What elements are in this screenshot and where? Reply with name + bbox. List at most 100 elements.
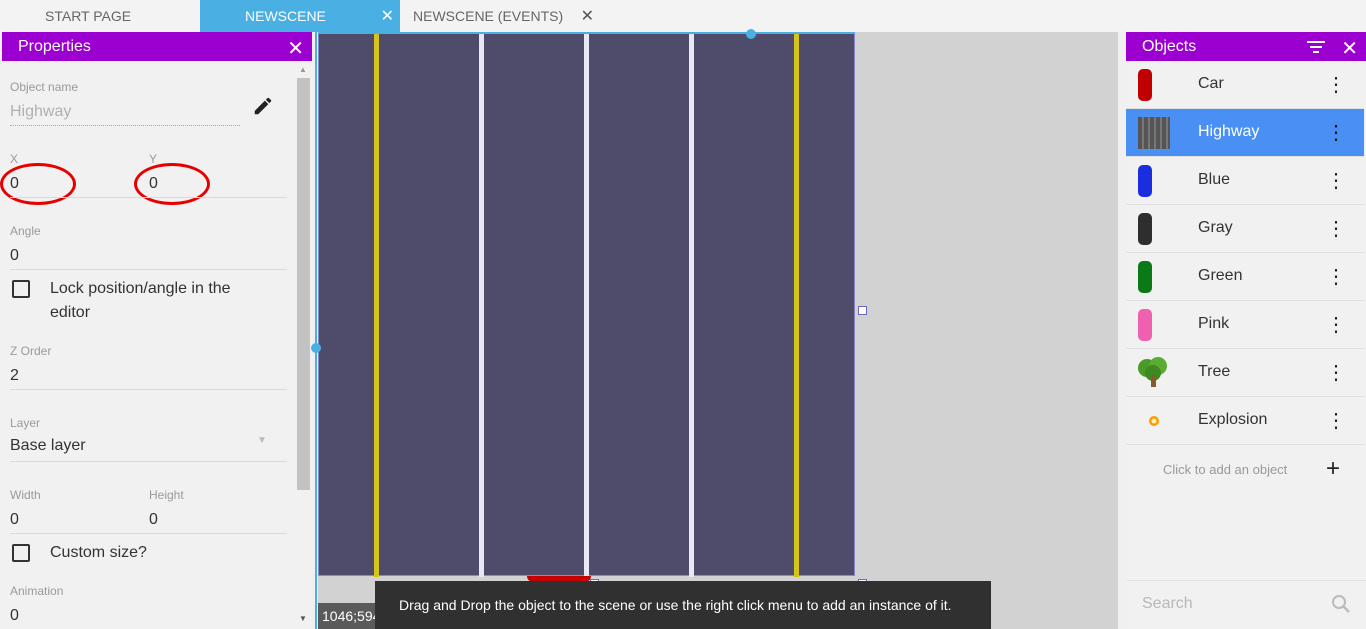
more-icon[interactable]: ⋮ [1326, 261, 1346, 293]
chevron-down-icon[interactable]: ▼ [257, 435, 267, 446]
object-item-explosion[interactable]: Explosion ⋮ [1126, 397, 1364, 445]
divider [10, 533, 287, 534]
lock-label-line2: editor [50, 304, 91, 321]
lock-label-line1: Lock position/angle in the [50, 280, 231, 297]
x-label: X [10, 152, 19, 166]
object-label: Highway [1198, 123, 1260, 140]
objects-header: Objects ✕ [1126, 32, 1366, 61]
custom-size-label: Custom size? [50, 544, 147, 561]
object-label: Green [1198, 267, 1243, 284]
more-icon[interactable]: ⋮ [1326, 357, 1346, 389]
object-item-pink[interactable]: Pink ⋮ [1126, 301, 1364, 349]
divider [10, 461, 287, 462]
search-input[interactable]: Search [1142, 595, 1193, 613]
lane-line-white [479, 33, 484, 577]
lane-line-yellow [374, 33, 379, 577]
scrollbar-thumb[interactable] [297, 78, 310, 490]
more-icon[interactable]: ⋮ [1326, 117, 1346, 149]
width-label: Width [10, 488, 41, 502]
highway-instance[interactable] [318, 32, 855, 577]
close-icon[interactable]: ✕ [581, 6, 594, 26]
lock-checkbox[interactable] [12, 280, 30, 298]
divider [1126, 580, 1366, 581]
tab-label: NEWSCENE (EVENTS) [413, 8, 564, 24]
height-label: Height [149, 488, 184, 502]
filter-icon[interactable] [1306, 39, 1326, 55]
properties-title: Properties [18, 37, 91, 55]
object-item-highway[interactable]: Highway ⋮ [1126, 109, 1364, 157]
tree-icon [1138, 357, 1167, 387]
divider [10, 269, 287, 270]
selection-edge [318, 32, 855, 34]
object-name-label: Object name [10, 80, 79, 94]
tab-label: NEWSCENE [245, 8, 326, 24]
more-icon[interactable]: ⋮ [1326, 309, 1346, 341]
splitter[interactable] [315, 32, 317, 629]
objects-title: Objects [1142, 37, 1197, 55]
car-icon [1138, 309, 1152, 341]
object-label: Pink [1198, 315, 1230, 332]
highlight-ring-x [0, 163, 76, 205]
highlight-ring-y [134, 163, 210, 205]
properties-panel: Object name Highway X 0 Y 0 Angle 0 Lock… [0, 61, 312, 629]
height-input[interactable]: 0 [149, 511, 158, 529]
object-item-car[interactable]: Car ⋮ [1126, 61, 1364, 109]
scroll-up-icon[interactable]: ▲ [299, 65, 307, 74]
object-label: Explosion [1198, 411, 1268, 428]
lane-line-white [689, 33, 694, 577]
object-item-blue[interactable]: Blue ⋮ [1126, 157, 1364, 205]
hint-tooltip: Drag and Drop the object to the scene or… [375, 581, 991, 629]
object-item-tree[interactable]: Tree ⋮ [1126, 349, 1364, 397]
close-icon[interactable]: ✕ [381, 6, 394, 26]
close-icon[interactable]: ✕ [287, 36, 304, 61]
animation-label: Animation [10, 584, 64, 598]
custom-size-checkbox[interactable] [12, 544, 30, 562]
divider [10, 197, 287, 198]
resize-handle[interactable] [311, 343, 321, 353]
layer-select[interactable]: Base layer [10, 437, 86, 455]
edit-icon[interactable] [252, 95, 274, 117]
more-icon[interactable]: ⋮ [1326, 405, 1346, 437]
layer-label: Layer [10, 416, 41, 430]
object-label: Car [1198, 75, 1224, 92]
objects-panel: Car ⋮ Highway ⋮ Blue ⋮ Gray ⋮ Green ⋮ Pi… [1126, 61, 1366, 629]
rotate-handle[interactable] [746, 29, 756, 39]
car-icon [1138, 165, 1152, 197]
zorder-input[interactable]: 2 [10, 367, 19, 385]
car-icon [1138, 69, 1152, 101]
tab-newscene-events[interactable]: NEWSCENE (EVENTS) ✕ [400, 0, 600, 32]
object-name-field[interactable]: Highway [10, 103, 71, 121]
car-icon [1138, 261, 1152, 293]
properties-header: Properties ✕ [2, 32, 312, 61]
object-item-green[interactable]: Green ⋮ [1126, 253, 1364, 301]
angle-input[interactable]: 0 [10, 247, 19, 265]
divider [10, 389, 287, 390]
add-icon[interactable]: + [1326, 455, 1340, 483]
width-input[interactable]: 0 [10, 511, 19, 529]
tab-label: START PAGE [45, 8, 132, 24]
object-label: Gray [1198, 219, 1233, 236]
angle-label: Angle [10, 224, 41, 238]
lane-line-yellow [794, 33, 799, 577]
tab-start-page[interactable]: START PAGE [0, 0, 200, 32]
resize-handle[interactable] [858, 306, 867, 315]
object-name-underline [10, 125, 240, 126]
zorder-label: Z Order [10, 344, 52, 358]
search-icon[interactable] [1329, 592, 1353, 616]
editor-tabs: START PAGE NEWSCENE ✕ NEWSCENE (EVENTS) … [0, 0, 1366, 32]
more-icon[interactable]: ⋮ [1326, 69, 1346, 101]
more-icon[interactable]: ⋮ [1326, 213, 1346, 245]
add-object-link[interactable]: Click to add an object [1163, 462, 1287, 477]
scroll-down-icon[interactable]: ▼ [299, 614, 307, 623]
car-icon [1138, 213, 1152, 245]
tab-newscene[interactable]: NEWSCENE ✕ [200, 0, 400, 32]
explosion-icon [1149, 416, 1159, 426]
animation-input[interactable]: 0 [10, 607, 19, 625]
object-item-gray[interactable]: Gray ⋮ [1126, 205, 1364, 253]
highway-icon [1138, 117, 1170, 149]
object-label: Blue [1198, 171, 1231, 188]
object-label: Tree [1198, 363, 1231, 380]
more-icon[interactable]: ⋮ [1326, 165, 1346, 197]
splitter[interactable] [1118, 32, 1126, 629]
close-icon[interactable]: ✕ [1341, 36, 1358, 61]
